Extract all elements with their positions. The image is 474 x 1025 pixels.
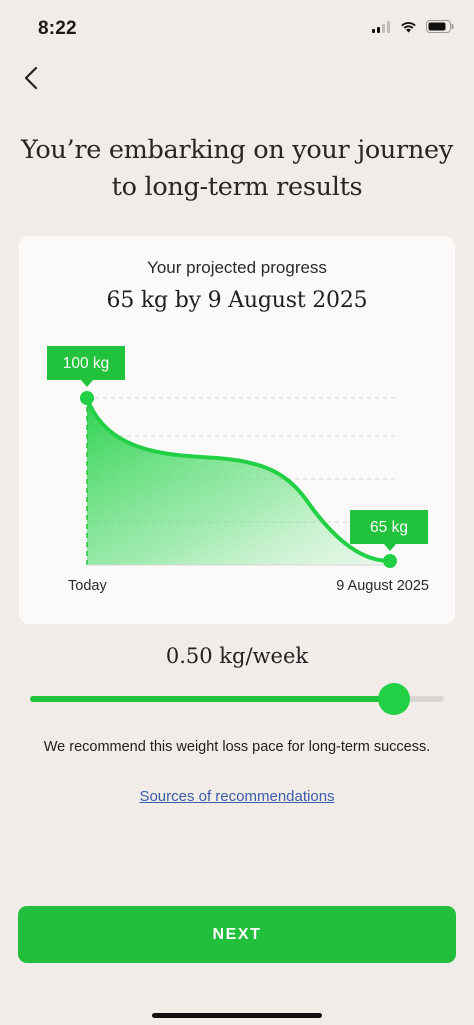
start-tag: 100 kg bbox=[47, 346, 125, 387]
projection-card: Your projected progress 65 kg by 9 Augus… bbox=[19, 236, 455, 624]
page-title: You’re embarking on your journey to long… bbox=[0, 132, 474, 206]
start-value-label: 100 kg bbox=[63, 355, 110, 372]
end-point bbox=[383, 554, 397, 568]
battery-icon bbox=[426, 20, 454, 33]
progress-chart: 100 kg 65 kg bbox=[47, 346, 428, 568]
wifi-icon bbox=[401, 21, 416, 32]
end-tag: 65 kg bbox=[350, 510, 428, 551]
slider-fill bbox=[30, 696, 395, 702]
home-indicator bbox=[152, 1013, 322, 1018]
recommendation-text: We recommend this weight loss pace for l… bbox=[43, 739, 431, 755]
pace-slider[interactable] bbox=[30, 682, 444, 716]
x-label-end: 9 August 2025 bbox=[336, 578, 429, 594]
end-value-label: 65 kg bbox=[370, 519, 408, 536]
next-button[interactable]: NEXT bbox=[18, 906, 456, 963]
status-time: 8:22 bbox=[38, 18, 77, 39]
cellular-signal-icon bbox=[372, 20, 390, 33]
progress-area bbox=[87, 398, 390, 565]
x-label-start: Today bbox=[68, 578, 107, 594]
start-point bbox=[80, 391, 94, 405]
slider-thumb[interactable] bbox=[378, 683, 411, 715]
status-bar: 8:22 bbox=[0, 0, 474, 56]
pace-value: 0.50 kg/week bbox=[165, 644, 309, 668]
back-button[interactable] bbox=[14, 60, 48, 96]
chevron-left-icon bbox=[24, 66, 38, 90]
sources-link[interactable]: Sources of recommendations bbox=[0, 788, 474, 805]
page-title-line-2: to long-term results bbox=[111, 172, 363, 202]
page-title-line-1: You’re embarking on your journey bbox=[21, 135, 453, 165]
status-icons bbox=[372, 20, 454, 33]
